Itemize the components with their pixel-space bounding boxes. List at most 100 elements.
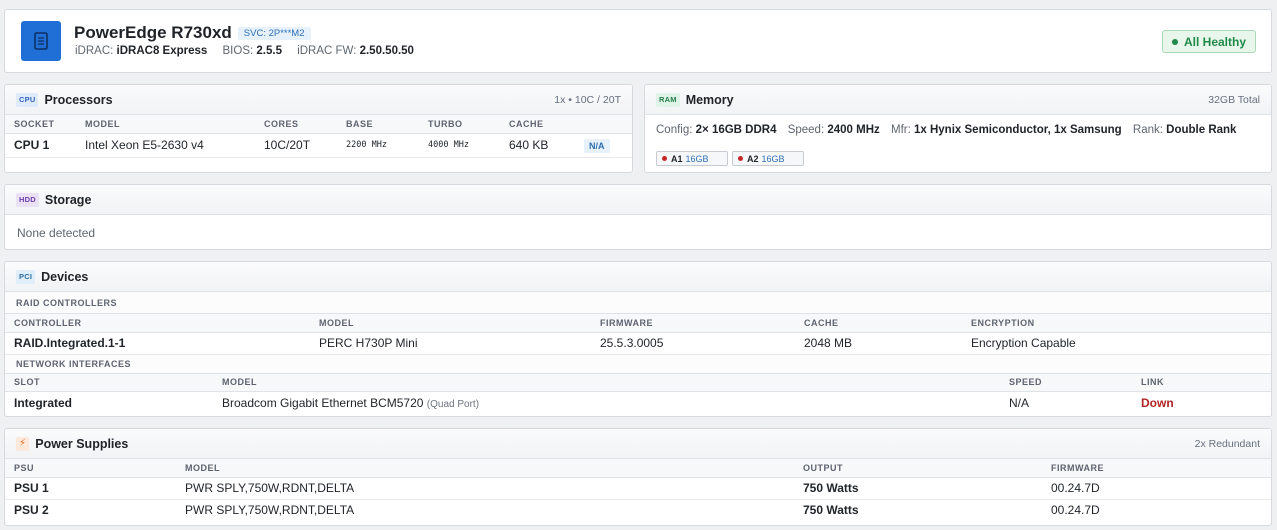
pci-icon: PCI — [16, 269, 36, 284]
psu-firmware: 00.24.7D — [1051, 503, 1100, 518]
raid-model: PERC H730P Mini — [310, 332, 591, 355]
hdd-icon: HDD — [16, 192, 39, 207]
storage-empty-message: None detected — [17, 226, 96, 240]
psu-firmware: 00.24.7D — [1042, 477, 1271, 500]
memory-mfr-label: Mfr: — [890, 124, 911, 136]
col-base: BASE — [337, 115, 419, 134]
cpu-socket: CPU 1 — [5, 133, 76, 158]
col-firmware: FIRMWARE — [591, 314, 795, 333]
storage-title: Storage — [44, 192, 92, 207]
idrac-fw-value: 2.50.50.50 — [359, 45, 414, 57]
nic-speed: N/A — [1009, 395, 1030, 410]
col-link: LINK — [1132, 373, 1271, 392]
nic-port-note: (Quad Port) — [426, 398, 480, 410]
processors-table: SOCKET MODEL CORES BASE TURBO CACHE CPU … — [5, 115, 632, 158]
memory-speed-value: 2400 MHz — [827, 124, 880, 136]
col-encryption: ENCRYPTION — [962, 314, 1271, 333]
health-status-badge: All Healthy — [1161, 30, 1256, 53]
col-socket: SOCKET — [5, 115, 76, 134]
psu-output: 750 Watts — [794, 477, 1042, 500]
dimm-populated-dot-icon — [738, 156, 743, 161]
cpu-status-badge: N/A — [584, 138, 610, 153]
idrac-label: iDRAC: — [75, 45, 114, 57]
service-tag-badge: SVC: 2P***M2 — [237, 26, 311, 40]
psu-name: PSU 2 — [14, 503, 49, 518]
col-controller: CONTROLLER — [5, 314, 310, 333]
col-model: MODEL — [310, 314, 591, 333]
nic-model: Broadcom Gigabit Ethernet BCM5720 — [222, 395, 424, 410]
cpu-model: Intel Xeon E5-2630 v4 — [76, 133, 255, 158]
dimm-slot-label: A2 — [747, 153, 759, 164]
table-row: Integrated Broadcom Gigabit Ethernet BCM… — [5, 392, 1271, 414]
col-turbo: TURBO — [419, 115, 500, 134]
idrac-fw-label: iDRAC FW: — [297, 45, 357, 57]
dimm-slot-size: 16GB — [685, 153, 709, 164]
psu-model: PWR SPLY,750W,RDNT,DELTA — [176, 477, 794, 500]
memory-rank-value: Double Rank — [1166, 124, 1237, 136]
col-cache: CACHE — [500, 115, 575, 134]
memory-total: 32GB Total — [1208, 93, 1260, 106]
memory-speed-label: Speed: — [787, 124, 825, 136]
storage-header: HDD Storage — [5, 185, 1271, 215]
cpu-cores: 10C/20T — [255, 133, 337, 158]
power-supplies-redundancy: 2x Redundant — [1194, 437, 1260, 450]
table-row: RAID.Integrated.1-1 PERC H730P Mini 25.5… — [5, 332, 1271, 355]
processors-title: Processors — [44, 92, 113, 107]
psu-model: PWR SPLY,750W,RDNT,DELTA — [185, 503, 355, 518]
ram-icon: RAM — [656, 92, 680, 107]
col-firmware: FIRMWARE — [1042, 459, 1271, 478]
dimm-slot[interactable]: A2 16GB — [732, 151, 804, 166]
memory-title: Memory — [685, 92, 734, 107]
memory-summary: Config: 2× 16GB DDR4 Speed: 2400 MHz Mfr… — [656, 124, 1236, 136]
cpu-icon: CPU — [16, 92, 39, 107]
col-output: OUTPUT — [794, 459, 1042, 478]
col-psu: PSU — [5, 459, 176, 478]
power-supplies-card: ⚡ Power Supplies 2x Redundant PSU MODEL … — [4, 428, 1272, 526]
dimm-populated-dot-icon — [662, 156, 667, 161]
table-row: PSU 1 PWR SPLY,750W,RDNT,DELTA 750 Watts… — [5, 477, 1271, 500]
table-row: CPU 1 Intel Xeon E5-2630 v4 10C/20T 2200… — [5, 133, 632, 158]
cpu-cache: 640 KB — [500, 133, 575, 158]
cpu-base-clock: 2200 MHz — [337, 133, 419, 158]
raid-encryption: Encryption Capable — [962, 332, 1271, 355]
power-supplies-header: ⚡ Power Supplies 2x Redundant — [5, 429, 1271, 459]
raid-table: CONTROLLER MODEL FIRMWARE CACHE ENCRYPTI… — [5, 314, 1271, 355]
bios-value: 2.5.5 — [256, 45, 282, 57]
col-status — [575, 115, 632, 134]
psu-name: PSU 1 — [5, 477, 176, 500]
lightning-icon: ⚡ — [16, 436, 30, 451]
server-icon — [21, 21, 61, 61]
nic-link-status: Down — [1141, 395, 1174, 410]
nic-slot: Integrated — [14, 395, 73, 410]
status-dot-icon — [1171, 38, 1178, 45]
psu-table: PSU MODEL OUTPUT FIRMWARE PSU 1 PWR SPLY… — [5, 459, 1271, 521]
nic-section-title: NETWORK INTERFACES — [5, 354, 1271, 374]
devices-title: Devices — [41, 269, 89, 284]
devices-card: PCI Devices RAID CONTROLLERS CONTROLLER … — [4, 261, 1272, 417]
cpu-turbo-clock: 4000 MHz — [419, 133, 500, 158]
col-model: MODEL — [176, 459, 794, 478]
memory-config-label: Config: — [656, 124, 693, 136]
col-cores: CORES — [255, 115, 337, 134]
raid-firmware: 25.5.3.0005 — [591, 332, 795, 355]
processors-card: CPU Processors 1x • 10C / 20T SOCKET MOD… — [4, 84, 633, 173]
col-speed: SPEED — [1000, 373, 1132, 392]
server-model-title: PowerEdge R730xd — [74, 23, 232, 42]
bios-label: BIOS: — [222, 45, 254, 57]
storage-card: HDD Storage None detected — [4, 184, 1272, 250]
col-cache: CACHE — [795, 314, 962, 333]
devices-header: PCI Devices — [5, 262, 1271, 292]
dimm-slot[interactable]: A1 16GB — [656, 151, 728, 166]
dimm-slot-size: 16GB — [761, 153, 785, 164]
col-slot: SLOT — [5, 373, 213, 392]
nic-model-cell: Broadcom Gigabit Ethernet BCM5720 (Quad … — [213, 392, 1000, 414]
raid-controller: RAID.Integrated.1-1 — [5, 332, 310, 355]
nic-table: SLOT MODEL SPEED LINK Integrated Broadco… — [5, 373, 1271, 414]
memory-header: RAM Memory 32GB Total — [645, 85, 1271, 115]
raid-cache: 2048 MB — [795, 332, 962, 355]
dimm-slot-label: A1 — [671, 153, 683, 164]
psu-output: 750 Watts — [803, 503, 859, 518]
raid-section-title: RAID CONTROLLERS — [5, 292, 1271, 314]
cpu-status-cell: N/A — [575, 133, 632, 158]
table-row: PSU 2 PWR SPLY,750W,RDNT,DELTA 750 Watts… — [5, 499, 1271, 521]
